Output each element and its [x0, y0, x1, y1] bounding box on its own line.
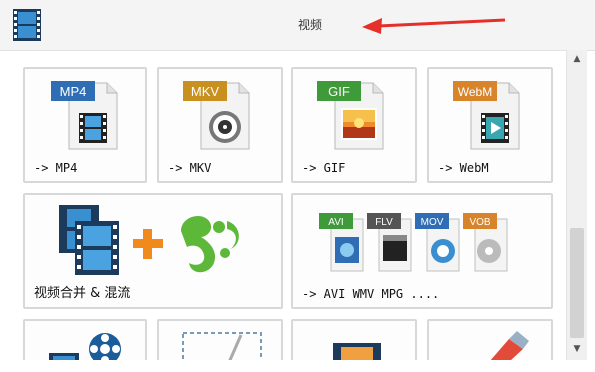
page-title: 视频 — [298, 18, 323, 32]
title-bar: 视频 — [0, 0, 595, 51]
scroll-down-button[interactable]: ▼ — [567, 340, 587, 358]
music-note-icon — [181, 216, 239, 273]
tool-tile-9[interactable] — [291, 319, 417, 360]
tool-tile-10[interactable] — [427, 319, 553, 360]
mkv-file-icon: MKV — [183, 81, 250, 150]
tool-tile-7[interactable] — [23, 319, 147, 360]
film-strip-icon — [59, 205, 119, 275]
gif-badge: GIF — [328, 84, 350, 99]
webm-file-icon: WebM — [453, 81, 520, 150]
tool-tile-8[interactable] — [157, 319, 283, 360]
gif-label: -> GIF — [302, 161, 346, 175]
mp4-label: -> MP4 — [34, 161, 78, 175]
mkv-label: -> MKV — [168, 161, 212, 175]
mp4-badge: MP4 — [60, 84, 87, 99]
convert-to-other-formats-button[interactable]: AVI FLV MOV VOB -> AVI WMV MPG .... — [291, 193, 553, 309]
video-merge-button[interactable]: 视频合并 & 混流 — [23, 193, 283, 309]
scroll-up-button[interactable]: ▲ — [567, 50, 587, 68]
webm-label: -> WebM — [438, 161, 489, 175]
video-merge-music-icon — [59, 205, 239, 275]
vob-badge: VOB — [469, 217, 490, 228]
gif-file-icon: GIF — [317, 81, 384, 150]
scroll-thumb[interactable] — [570, 228, 584, 338]
video-clip-icon — [333, 343, 381, 360]
film-strip-icon — [13, 9, 41, 41]
eraser-icon — [490, 331, 529, 360]
mov-badge: MOV — [421, 217, 444, 228]
multi-format-icon: AVI FLV MOV VOB — [319, 213, 508, 272]
conversion-panel: MP4 -> MP4 MKV -> MKV GIF -> GIF WebM ->… — [18, 55, 562, 360]
webm-badge: WebM — [458, 85, 492, 99]
vertical-scrollbar[interactable]: ▲ ▼ — [566, 50, 587, 360]
flv-badge: FLV — [375, 217, 393, 228]
video-merge-label: 视频合并 & 混流 — [34, 286, 131, 301]
plus-icon — [133, 229, 163, 259]
video-reel-icon — [49, 333, 121, 360]
avi-badge: AVI — [328, 217, 343, 228]
convert-to-gif-button[interactable]: GIF -> GIF — [291, 67, 417, 183]
mkv-badge: MKV — [191, 84, 220, 99]
convert-to-mp4-button[interactable]: MP4 -> MP4 — [23, 67, 147, 183]
convert-to-mkv-button[interactable]: MKV -> MKV — [157, 67, 283, 183]
crop-icon — [182, 332, 262, 360]
convert-to-webm-button[interactable]: WebM -> WebM — [427, 67, 553, 183]
mp4-file-icon: MP4 — [51, 81, 118, 150]
red-arrow-icon — [362, 18, 506, 34]
other-formats-label: -> AVI WMV MPG .... — [302, 287, 440, 301]
